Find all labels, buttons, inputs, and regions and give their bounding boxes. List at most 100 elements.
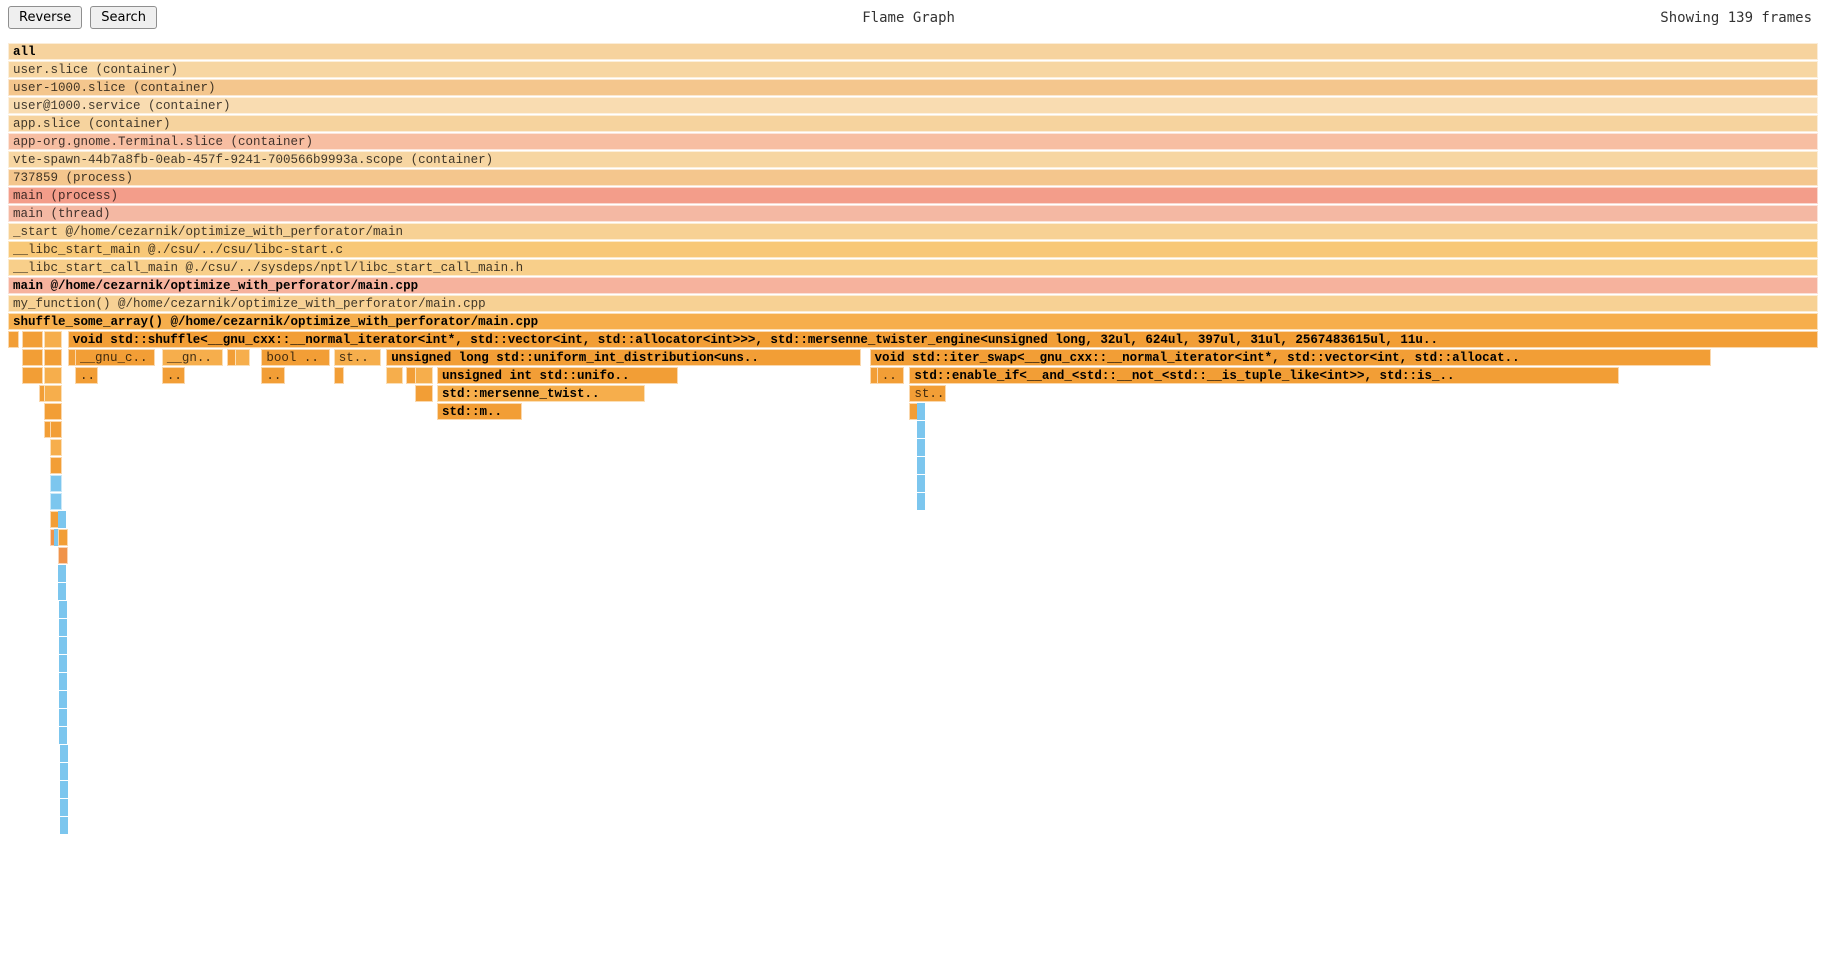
flame-frame[interactable]: app-org.gnome.Terminal.slice (container) [8,133,1818,150]
flame-row: __gnu_c.. __gn.. bool ..st.. unsigned long … [8,349,1818,366]
reverse-button[interactable]: Reverse [8,6,82,29]
flame-row: user.slice (container) [8,61,1818,78]
flame-frame[interactable]: main (thread) [8,205,1818,222]
flame-frame[interactable] [22,349,44,366]
flame-frame[interactable]: .. [75,367,99,384]
flame-frame[interactable] [59,655,67,672]
flame-row: std::mersenne_twist.. st.. [8,385,1818,402]
flame-frame[interactable]: main @/home/cezarnik/optimize_with_perfo… [8,277,1818,294]
flame-frame[interactable]: vte-spawn-44b7a8fb-0eab-457f-9241-700566… [8,151,1818,168]
flame-frame[interactable] [917,403,925,420]
flame-frame[interactable]: void std::shuffle<__gnu_cxx::__normal_it… [68,331,1818,348]
flame-frame[interactable] [235,349,249,366]
flame-frame[interactable] [22,367,44,384]
flame-row: __libc_start_main @./csu/../csu/libc-sta… [8,241,1818,258]
flame-row: user@1000.service (container) [8,97,1818,114]
flame-frame[interactable]: std::enable_if<__and_<std::__not_<std::_… [909,367,1619,384]
flame-row [8,565,1818,582]
flame-frame[interactable]: app.slice (container) [8,115,1818,132]
flame-frame[interactable] [58,547,68,564]
flame-frame[interactable] [59,619,67,636]
flame-frame[interactable] [44,367,62,384]
flame-frame[interactable]: unsigned int std::unifo.. [437,367,678,384]
flame-graph[interactable]: alluser.slice (container)user-1000.slice… [8,43,1818,834]
flame-frame[interactable]: std::mersenne_twist.. [437,385,645,402]
flame-frame[interactable] [917,457,925,474]
flame-frame[interactable] [22,331,44,348]
flame-row [8,511,1818,528]
flame-frame[interactable]: .. [261,367,285,384]
flame-frame[interactable] [50,457,63,474]
flame-frame[interactable] [50,439,63,456]
flame-frame[interactable] [8,331,19,348]
flame-frame[interactable] [44,349,62,366]
flame-row: 737859 (process) [8,169,1818,186]
flame-row [8,691,1818,708]
flame-row: std::m.. [8,403,1818,420]
flame-row: app-org.gnome.Terminal.slice (container) [8,133,1818,150]
flame-frame[interactable] [917,421,925,438]
flame-frame[interactable] [60,799,68,816]
flame-row [8,583,1818,600]
flame-row [8,781,1818,798]
flame-frame[interactable] [44,385,62,402]
flame-frame[interactable]: __libc_start_main @./csu/../csu/libc-sta… [8,241,1818,258]
flame-row [8,727,1818,744]
flame-row: __libc_start_call_main @./csu/../sysdeps… [8,259,1818,276]
flame-row [8,763,1818,780]
search-button[interactable]: Search [90,6,157,29]
flame-row [8,709,1818,726]
flame-frame[interactable]: st.. [909,385,945,402]
flame-frame[interactable]: st.. [334,349,381,366]
flame-frame[interactable]: .. [162,367,186,384]
flame-frame[interactable] [50,475,63,492]
flame-frame[interactable]: user@1000.service (container) [8,97,1818,114]
flame-frame[interactable]: main (process) [8,187,1818,204]
flame-frame[interactable] [917,493,925,510]
flame-row: all [8,43,1818,60]
flame-frame[interactable] [59,727,67,744]
flame-frame[interactable] [58,583,66,600]
flame-frame[interactable] [59,601,67,618]
flame-frame[interactable]: bool .. [261,349,330,366]
flame-frame[interactable] [415,367,433,384]
flame-frame[interactable]: __gn.. [162,349,224,366]
flame-frame[interactable] [334,367,344,384]
flame-frame[interactable]: 737859 (process) [8,169,1818,186]
flame-frame[interactable]: user-1000.slice (container) [8,79,1818,96]
flame-frame[interactable]: __libc_start_call_main @./csu/../sysdeps… [8,259,1818,276]
flame-frame[interactable] [60,781,68,798]
flame-frame[interactable] [59,709,67,726]
flame-frame[interactable] [917,439,925,456]
flame-frame[interactable] [59,673,67,690]
flame-frame[interactable] [50,421,63,438]
flame-frame[interactable] [58,565,66,582]
flame-frame[interactable] [917,475,925,492]
flame-frame[interactable] [59,637,67,654]
flame-frame[interactable] [59,691,67,708]
flame-frame[interactable]: std::m.. [437,403,522,420]
flame-frame[interactable]: unsigned long std::uniform_int_distribut… [386,349,860,366]
flame-row [8,529,1818,546]
flame-frame[interactable]: void std::iter_swap<__gnu_cxx::__normal_… [870,349,1712,366]
flame-frame[interactable] [44,403,62,420]
flame-row: void std::shuffle<__gnu_cxx::__normal_it… [8,331,1818,348]
flame-frame[interactable] [60,763,68,780]
flame-frame[interactable] [50,493,63,510]
flame-frame[interactable]: user.slice (container) [8,61,1818,78]
flame-frame[interactable]: all [8,43,1818,60]
flame-frame[interactable]: shuffle_some_array() @/home/cezarnik/opt… [8,313,1818,330]
flame-row [8,637,1818,654]
flame-frame[interactable] [60,745,68,762]
flame-frame[interactable] [58,511,66,528]
flame-row: _start @/home/cezarnik/optimize_with_per… [8,223,1818,240]
flame-frame[interactable]: _start @/home/cezarnik/optimize_with_per… [8,223,1818,240]
flame-frame[interactable]: .. [877,367,904,384]
flame-frame[interactable] [386,367,402,384]
flame-frame[interactable] [415,385,433,402]
flame-frame[interactable]: __gnu_c.. [75,349,155,366]
flame-frame[interactable] [58,529,68,546]
flame-frame[interactable]: my_function() @/home/cezarnik/optimize_w… [8,295,1818,312]
flame-frame[interactable] [60,817,68,834]
flame-frame[interactable] [44,331,62,348]
